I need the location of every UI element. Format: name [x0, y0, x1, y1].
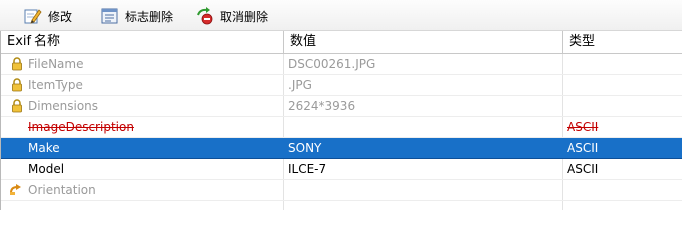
table-row[interactable]: Model ILCE-7 ASCII	[1, 159, 682, 180]
exif-property-grid: Exif 名称 数值 类型 FileName DSC00261.JPG Item…	[0, 31, 682, 210]
column-header-type[interactable]: 类型	[569, 31, 595, 53]
row-value: ILCE-7	[288, 162, 327, 176]
row-value: .JPG	[288, 78, 312, 92]
table-row-selected[interactable]: Make SONY ASCII	[1, 138, 682, 159]
rotate-icon	[9, 184, 21, 198]
undo-delete-icon	[196, 7, 214, 25]
row-name: Make	[28, 141, 60, 155]
row-value: SONY	[288, 141, 322, 155]
row-name: Dimensions	[28, 99, 99, 113]
cancel-delete-label: 取消删除	[220, 9, 269, 24]
column-header-row: Exif 名称 数值 类型	[1, 31, 682, 54]
row-name: FileName	[28, 57, 84, 71]
row-type: ASCII	[567, 120, 599, 134]
column-header-value[interactable]: 数值	[290, 31, 316, 53]
table-row[interactable]: ImageDescription ASCII	[1, 117, 682, 138]
row-type: ASCII	[567, 141, 599, 155]
row-value: DSC00261.JPG	[288, 57, 376, 71]
modify-label: 修改	[48, 9, 73, 24]
table-row[interactable]: Orientation	[1, 180, 682, 201]
toolbar: 修改 标志删除 取消删除	[0, 0, 682, 31]
lock-icon	[11, 99, 23, 113]
mark-delete-button[interactable]: 标志删除	[101, 5, 173, 27]
row-name: ImageDescription	[28, 120, 134, 134]
edit-pencil-icon	[24, 7, 42, 25]
column-header-name[interactable]: 名称	[34, 31, 60, 53]
table-row[interactable]: ItemType .JPG	[1, 75, 682, 96]
modify-button[interactable]: 修改	[24, 5, 72, 27]
row-value: 2624*3936	[288, 99, 356, 113]
table-row[interactable]: Dimensions 2624*3936	[1, 96, 682, 117]
list-delete-icon	[101, 7, 119, 25]
row-name: Model	[28, 162, 65, 176]
table-row[interactable]: FileName DSC00261.JPG	[1, 54, 682, 75]
mark-delete-label: 标志删除	[125, 9, 174, 24]
cancel-delete-button[interactable]: 取消删除	[196, 5, 268, 27]
row-name: Orientation	[28, 183, 96, 197]
column-header-exif[interactable]: Exif	[7, 31, 31, 53]
lock-icon	[11, 78, 23, 92]
row-type: ASCII	[567, 162, 599, 176]
row-name: ItemType	[28, 78, 83, 92]
lock-icon	[11, 57, 23, 71]
